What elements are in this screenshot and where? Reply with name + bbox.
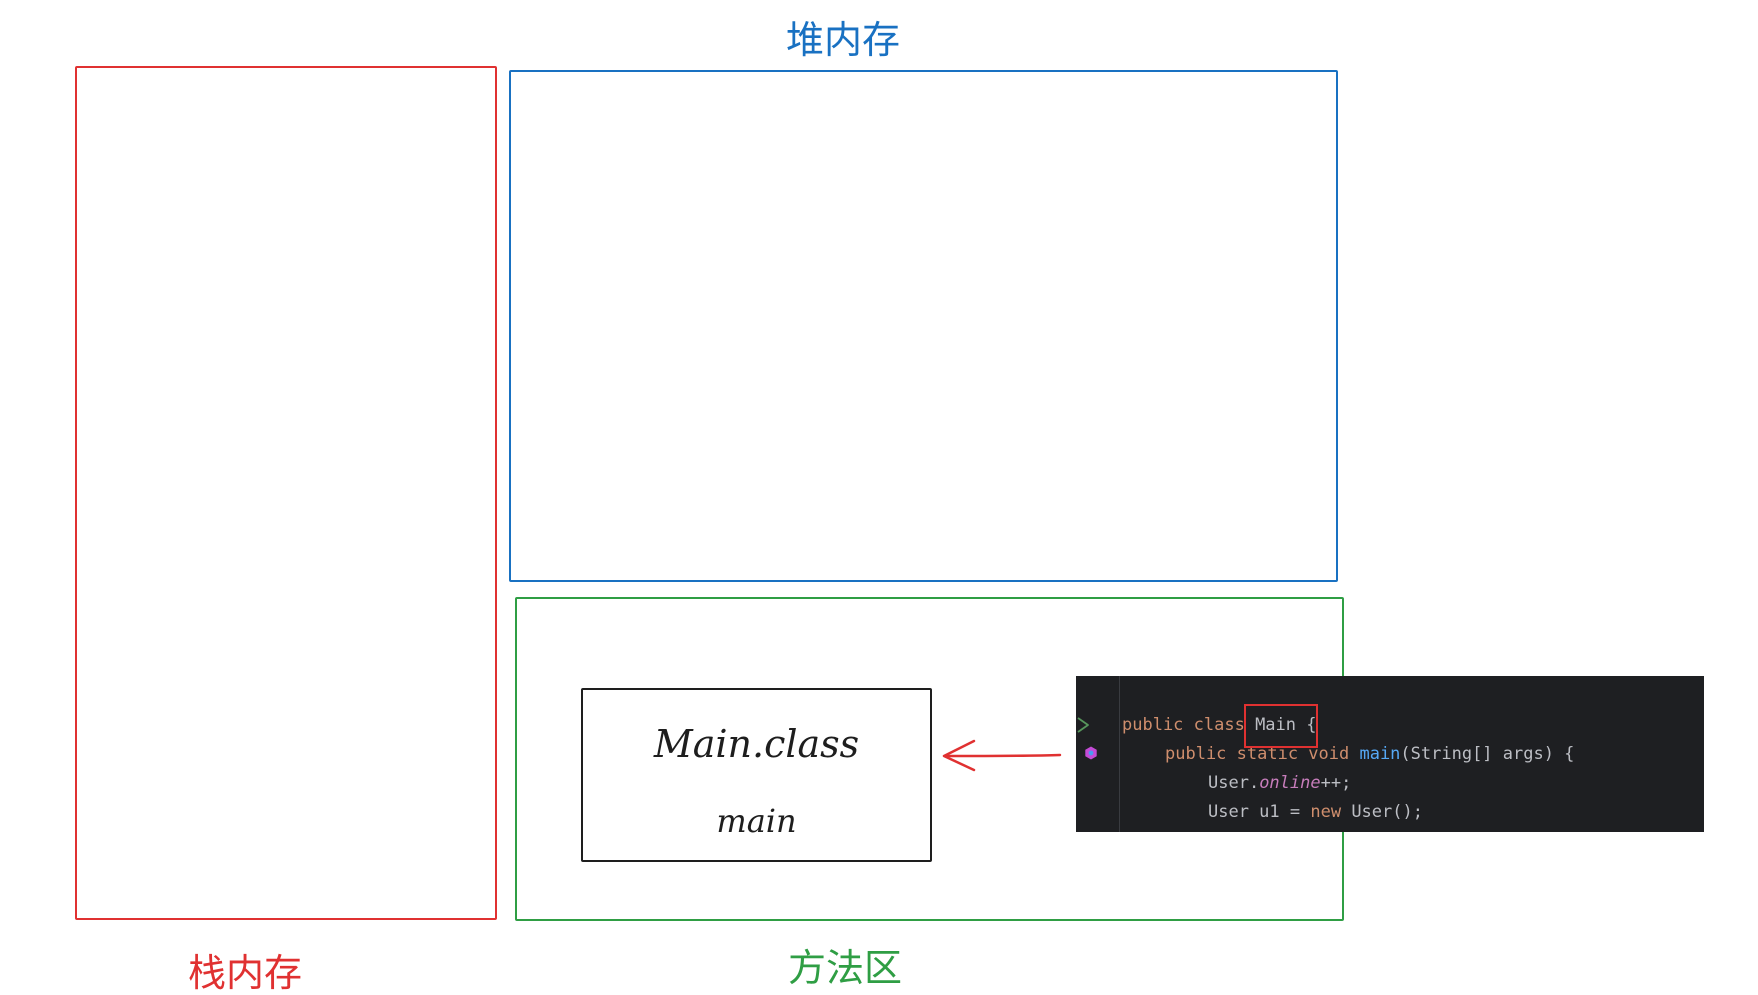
- heap-memory-region: [509, 70, 1338, 582]
- main-class-box: Main.class main: [581, 688, 932, 862]
- code-line: User.online++;: [1208, 771, 1351, 795]
- arrow-left-icon: [942, 739, 1062, 772]
- code-keyword: public class: [1122, 715, 1256, 735]
- heap-memory-label: 堆内存: [786, 18, 901, 62]
- code-text: User();: [1341, 802, 1423, 822]
- code-line: public static void main(String[] args) {: [1165, 742, 1574, 766]
- run-triangle-icon: [1077, 717, 1089, 733]
- class-name-text: Main.class: [653, 722, 860, 766]
- code-text: (String[] args) {: [1400, 744, 1575, 764]
- code-field-name: online: [1259, 773, 1321, 793]
- stack-memory-region: [75, 66, 497, 920]
- code-function-name: main: [1359, 744, 1401, 764]
- debug-hexagon-icon: [1085, 746, 1097, 760]
- stack-memory-label: 栈内存: [188, 951, 303, 995]
- method-area-label: 方法区: [788, 946, 903, 990]
- method-name-text: main: [716, 802, 797, 840]
- code-text: User u1 =: [1208, 802, 1311, 822]
- gutter-divider: [1119, 676, 1120, 832]
- code-editor-snippet: public class Main { public static void m…: [1076, 676, 1704, 832]
- highlight-box: [1244, 704, 1318, 748]
- code-line: User u1 = new User();: [1208, 800, 1423, 824]
- code-keyword: new: [1310, 802, 1342, 822]
- code-text: ++;: [1320, 773, 1352, 793]
- code-text: User.: [1208, 773, 1260, 793]
